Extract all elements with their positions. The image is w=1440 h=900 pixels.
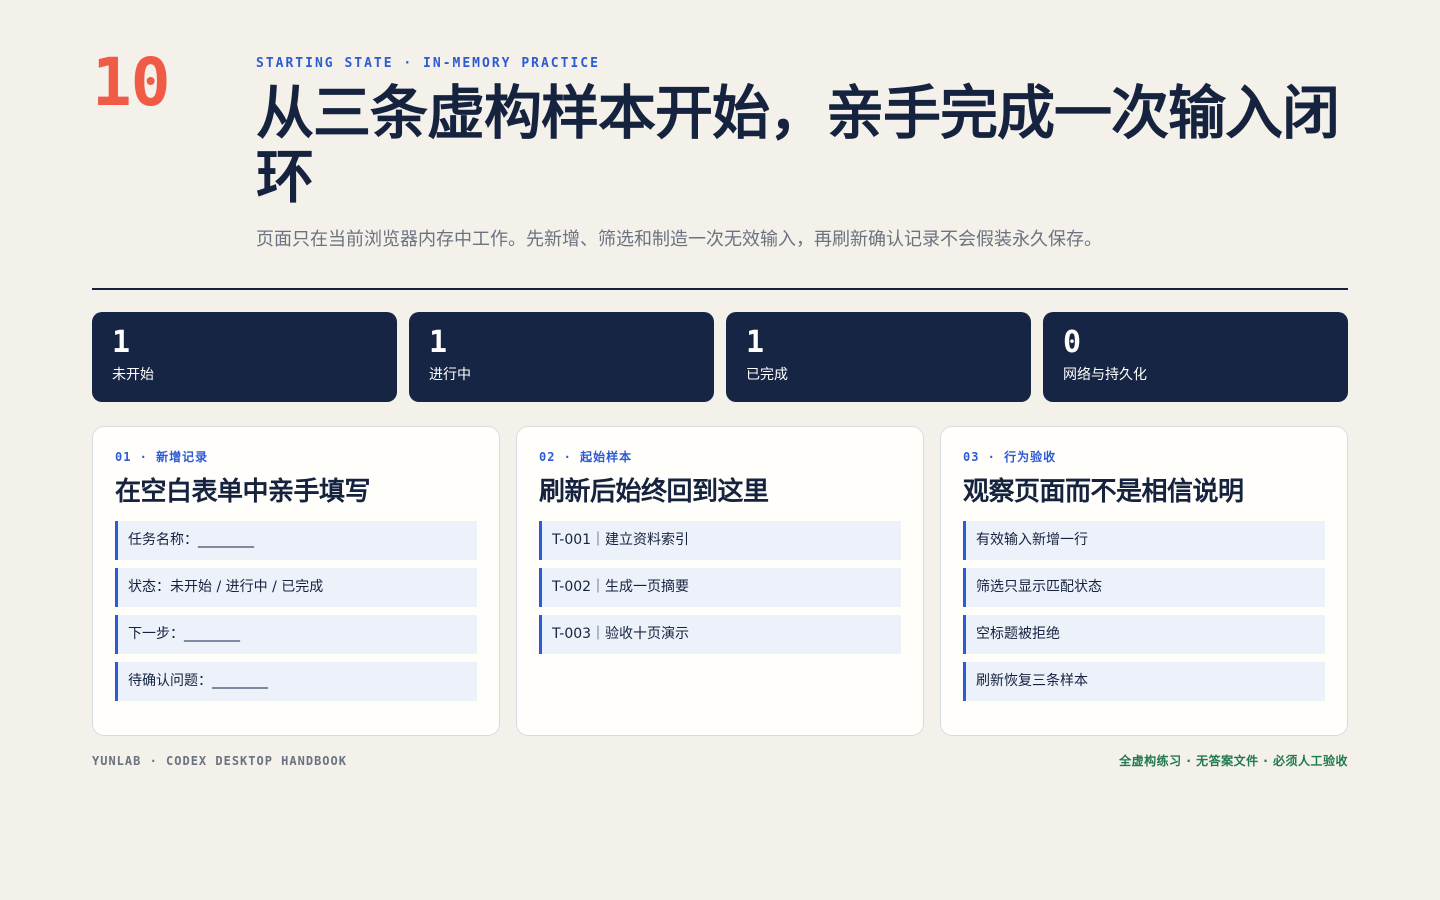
stat-value: 1 [112, 325, 131, 360]
stat-value: 0 [1063, 325, 1082, 360]
card-tag: 03 · 行为验收 [963, 450, 1057, 464]
footer-brand: YUNLAB · CODEX DESKTOP HANDBOOK [92, 754, 347, 768]
stat-value: 1 [429, 325, 448, 360]
page-title: 从三条虚构样本开始，亲手完成一次输入闭环 [256, 79, 1340, 211]
slide: 10 STARTING STATE · IN-MEMORY PRACTICE 从… [0, 0, 1440, 900]
list-item: T-001｜建立资料索引 [539, 521, 901, 560]
list-item: 空标题被拒绝 [963, 615, 1325, 654]
list-item: 任务名称：________ [115, 521, 477, 560]
header-divider [92, 288, 1348, 290]
stat-label: 网络与持久化 [1063, 367, 1147, 383]
card-starting-samples: 02 · 起始样本 刷新后始终回到这里 T-001｜建立资料索引 T-002｜生… [516, 426, 924, 736]
list-item: 下一步：________ [115, 615, 477, 654]
list-item: 筛选只显示匹配状态 [963, 568, 1325, 607]
footer-notes: 全虚构练习 · 无答案文件 · 必须人工验收 [1119, 754, 1348, 768]
eyebrow: STARTING STATE · IN-MEMORY PRACTICE [256, 56, 600, 71]
card-behavior-check: 03 · 行为验收 观察页面而不是相信说明 有效输入新增一行 筛选只显示匹配状态… [940, 426, 1348, 736]
page-subtitle: 页面只在当前浏览器内存中工作。先新增、筛选和制造一次无效输入，再刷新确认记录不会… [256, 229, 1102, 250]
stat-network-persistence: 0 网络与持久化 [1043, 312, 1348, 402]
stat-value: 1 [746, 325, 765, 360]
card-tag: 01 · 新增记录 [115, 450, 209, 464]
list-item: T-002｜生成一页摘要 [539, 568, 901, 607]
card-title: 刷新后始终回到这里 [539, 477, 769, 507]
list-item: T-003｜验收十页演示 [539, 615, 901, 654]
list-item: 有效输入新增一行 [963, 521, 1325, 560]
card-add-record: 01 · 新增记录 在空白表单中亲手填写 任务名称：________ 状态：未开… [92, 426, 500, 736]
list-item: 待确认问题：________ [115, 662, 477, 701]
slide-number: 10 [92, 44, 170, 121]
stat-in-progress: 1 进行中 [409, 312, 714, 402]
card-tag: 02 · 起始样本 [539, 450, 633, 464]
stat-label: 未开始 [112, 367, 154, 383]
card-title: 观察页面而不是相信说明 [963, 477, 1244, 507]
stat-label: 进行中 [429, 367, 471, 383]
stat-not-started: 1 未开始 [92, 312, 397, 402]
stat-completed: 1 已完成 [726, 312, 1031, 402]
card-title: 在空白表单中亲手填写 [115, 477, 371, 507]
stats-row: 1 未开始 1 进行中 1 已完成 0 网络与持久化 [92, 312, 1348, 402]
header: STARTING STATE · IN-MEMORY PRACTICE 从三条虚… [256, 55, 1356, 253]
card-list: T-001｜建立资料索引 T-002｜生成一页摘要 T-003｜验收十页演示 [539, 521, 901, 654]
cards-row: 01 · 新增记录 在空白表单中亲手填写 任务名称：________ 状态：未开… [92, 426, 1348, 736]
stat-label: 已完成 [746, 367, 788, 383]
list-item: 刷新恢复三条样本 [963, 662, 1325, 701]
card-list: 任务名称：________ 状态：未开始 / 进行中 / 已完成 下一步：___… [115, 521, 477, 701]
list-item: 状态：未开始 / 进行中 / 已完成 [115, 568, 477, 607]
card-list: 有效输入新增一行 筛选只显示匹配状态 空标题被拒绝 刷新恢复三条样本 [963, 521, 1325, 701]
